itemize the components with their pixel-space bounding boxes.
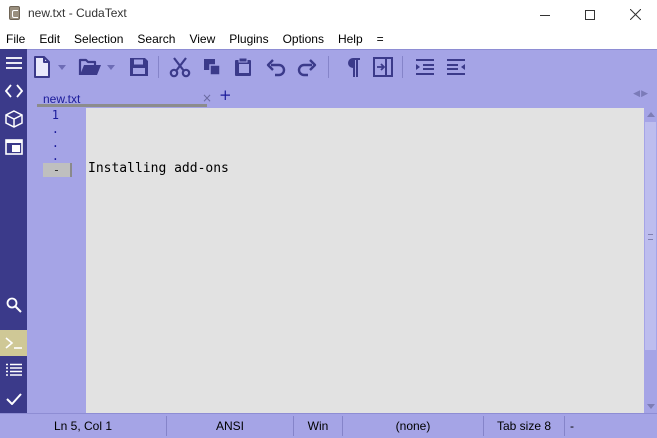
- scrollbar-grip: [648, 234, 653, 240]
- new-file-icon: [34, 56, 50, 78]
- editor-text-area[interactable]: Installing add-ons: [86, 108, 644, 413]
- app-icon: [9, 6, 20, 20]
- word-wrap-button[interactable]: [370, 54, 396, 80]
- line-number: 1: [51, 108, 59, 122]
- unindent-button[interactable]: [443, 54, 469, 80]
- new-file-button[interactable]: [29, 54, 55, 80]
- list-icon: [5, 363, 22, 376]
- status-encoding[interactable]: ANSI: [167, 414, 293, 438]
- indent-button[interactable]: [412, 54, 438, 80]
- menu-options[interactable]: Options: [276, 29, 331, 49]
- menu-plugins[interactable]: Plugins: [222, 29, 275, 49]
- status-extra[interactable]: -: [565, 414, 579, 438]
- hamburger-icon: [5, 57, 22, 69]
- toolbar-separator: [402, 56, 403, 78]
- copy-icon: [204, 59, 221, 76]
- tab-scroll-arrows[interactable]: ◀▶: [633, 89, 649, 99]
- undo-button[interactable]: [263, 54, 289, 80]
- minimize-button[interactable]: [522, 0, 568, 29]
- menu-search[interactable]: Search: [130, 29, 182, 49]
- line-number: .: [51, 136, 59, 150]
- toolbar-separator: [328, 56, 329, 78]
- tabs-icon: [4, 139, 23, 155]
- sidebar-console-button[interactable]: [0, 330, 27, 356]
- side-panel-bar: [0, 49, 27, 413]
- wrap-icon: [373, 57, 393, 77]
- save-button[interactable]: [126, 54, 152, 80]
- open-file-button[interactable]: [77, 54, 103, 80]
- pilcrow-icon: [348, 58, 360, 77]
- undo-icon: [266, 59, 286, 77]
- vertical-scrollbar[interactable]: [644, 108, 657, 413]
- menu-file[interactable]: File: [0, 29, 32, 49]
- sidebar-tabs-button[interactable]: [0, 134, 27, 160]
- sidebar-code-tree-button[interactable]: [0, 78, 27, 104]
- close-icon: [629, 9, 641, 20]
- new-file-dropdown[interactable]: [55, 54, 69, 80]
- line-number: .: [51, 149, 59, 163]
- chevron-down-icon: [107, 64, 115, 70]
- maximize-icon: [585, 9, 595, 20]
- menu-view[interactable]: View: [182, 29, 222, 49]
- paste-icon: [235, 57, 251, 76]
- checkmark-icon: [5, 393, 22, 405]
- window-title: new.txt - CudaText: [28, 6, 127, 20]
- editor-line: Installing add-ons: [88, 161, 229, 176]
- code-brackets-icon: [4, 84, 23, 98]
- scroll-down-icon[interactable]: [647, 404, 655, 409]
- add-tab-button[interactable]: +: [219, 86, 232, 104]
- status-caret-position[interactable]: Ln 5, Col 1: [0, 414, 166, 438]
- minimize-icon: [540, 14, 550, 16]
- title-bar: new.txt - CudaText: [0, 0, 657, 29]
- save-icon: [130, 58, 148, 76]
- tab-close-icon[interactable]: ×: [202, 91, 212, 105]
- folder-open-icon: [78, 58, 101, 75]
- status-lexer[interactable]: (none): [343, 414, 483, 438]
- redo-icon: [297, 59, 317, 77]
- redo-button[interactable]: [294, 54, 320, 80]
- sidebar-menu-button[interactable]: [0, 50, 27, 76]
- scissors-icon: [169, 57, 191, 78]
- status-tab-size[interactable]: Tab size 8: [484, 414, 564, 438]
- toolbar-separator: [158, 56, 159, 78]
- search-icon: [6, 297, 22, 313]
- indent-icon: [416, 59, 434, 75]
- status-line-ends[interactable]: Win: [294, 414, 342, 438]
- maximize-button[interactable]: [567, 0, 613, 29]
- line-number: .: [51, 122, 59, 136]
- menu-extra[interactable]: =: [370, 29, 391, 49]
- paste-button[interactable]: [230, 54, 256, 80]
- menu-selection[interactable]: Selection: [67, 29, 130, 49]
- sidebar-output-button[interactable]: [0, 357, 27, 383]
- sidebar-project-button[interactable]: [0, 106, 27, 132]
- console-icon: [4, 337, 22, 349]
- sidebar-search-button[interactable]: [0, 292, 27, 318]
- current-line-marker[interactable]: -: [43, 163, 72, 177]
- cube-icon: [4, 110, 23, 128]
- open-file-dropdown[interactable]: [104, 54, 118, 80]
- toolbar: [0, 49, 657, 83]
- chevron-down-icon: [58, 64, 66, 70]
- menu-bar: File Edit Selection Search View Plugins …: [0, 29, 657, 49]
- copy-button[interactable]: [199, 54, 225, 80]
- close-window-button[interactable]: [612, 0, 657, 29]
- scroll-up-icon[interactable]: [647, 112, 655, 117]
- menu-edit[interactable]: Edit: [32, 29, 67, 49]
- editor-gutter: 1 . . . -: [27, 108, 86, 413]
- sidebar-validate-button[interactable]: [0, 386, 27, 412]
- active-tab-indicator: [37, 104, 207, 107]
- show-unprinted-button[interactable]: [340, 54, 366, 80]
- unindent-icon: [447, 59, 465, 75]
- menu-help[interactable]: Help: [331, 29, 370, 49]
- cut-button[interactable]: [167, 54, 193, 80]
- status-bar: Ln 5, Col 1 ANSI Win (none) Tab size 8 -: [0, 413, 657, 438]
